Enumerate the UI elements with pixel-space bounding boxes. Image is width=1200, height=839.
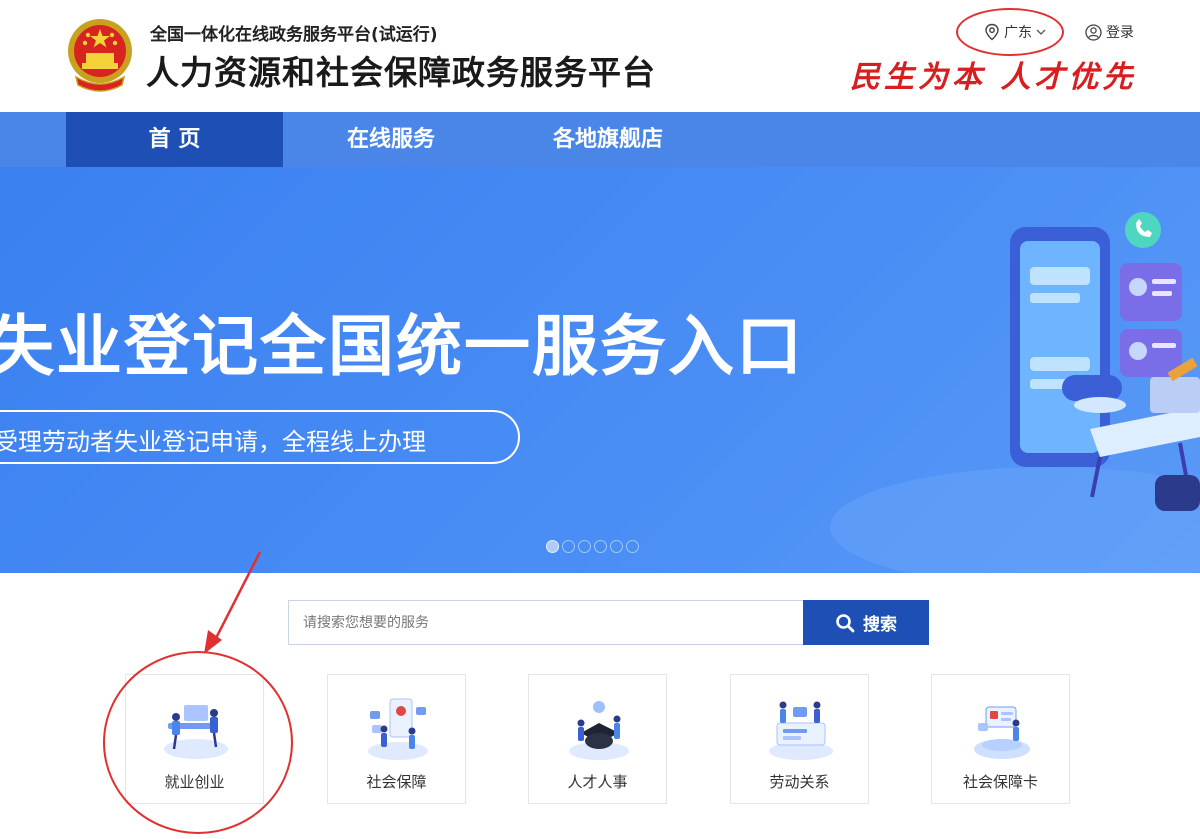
location-pin-icon bbox=[985, 23, 999, 41]
employment-icon bbox=[164, 705, 228, 759]
slogan-calligraphy: 民生为本 人才优先 bbox=[850, 60, 1137, 95]
banner-title: 失业登记全国统一服务入口 bbox=[0, 308, 804, 385]
nav-item-online-services[interactable]: 在线服务 bbox=[300, 112, 482, 167]
service-card-social-security[interactable]: 社会保障 bbox=[327, 674, 466, 804]
search-input[interactable] bbox=[288, 600, 804, 645]
platform-subtitle: 全国一体化在线政务服务平台(试运行) bbox=[150, 25, 438, 45]
carousel-dot[interactable] bbox=[626, 540, 639, 553]
labor-relations-icon bbox=[769, 701, 833, 760]
site-header: 全国一体化在线政务服务平台(试运行) 人力资源和社会保障政务服务平台 广东 登录… bbox=[0, 0, 1200, 112]
service-label: 劳动关系 bbox=[769, 773, 830, 791]
carousel-dot[interactable] bbox=[546, 540, 559, 553]
service-label: 人才人事 bbox=[567, 773, 628, 791]
search-button[interactable]: 搜索 bbox=[803, 600, 929, 645]
nav-item-regional-stores[interactable]: 各地旗舰店 bbox=[520, 112, 696, 167]
search-icon bbox=[836, 613, 855, 632]
banner-subtitle: 受理劳动者失业登记申请，全程线上办理 bbox=[0, 428, 426, 456]
service-card-labor-relations[interactable]: 劳动关系 bbox=[730, 674, 869, 804]
user-icon bbox=[1085, 23, 1102, 41]
login-link[interactable]: 登录 bbox=[1085, 22, 1134, 42]
carousel-dot[interactable] bbox=[578, 540, 591, 553]
region-label: 广东 bbox=[1004, 25, 1032, 41]
login-label: 登录 bbox=[1106, 25, 1134, 41]
social-security-icon bbox=[368, 698, 428, 760]
main-nav: 首 页 在线服务 各地旗舰店 bbox=[0, 112, 1200, 167]
social-security-card-icon bbox=[974, 706, 1030, 759]
nav-item-home[interactable]: 首 页 bbox=[66, 112, 283, 167]
carousel-dot[interactable] bbox=[594, 540, 607, 553]
service-label: 就业创业 bbox=[164, 773, 225, 791]
banner-illustration bbox=[830, 212, 1200, 573]
chevron-down-icon bbox=[1036, 29, 1046, 35]
carousel-dot[interactable] bbox=[610, 540, 623, 553]
page-title: 人力资源和社会保障政务服务平台 bbox=[146, 53, 656, 92]
service-card-employment[interactable]: 就业创业 bbox=[125, 674, 264, 804]
hero-banner[interactable]: 失业登记全国统一服务入口 受理劳动者失业登记申请，全程线上办理 bbox=[0, 167, 1200, 573]
carousel-dots bbox=[546, 540, 639, 553]
carousel-dot[interactable] bbox=[562, 540, 575, 553]
service-card-social-security-card[interactable]: 社会保障卡 bbox=[931, 674, 1070, 804]
service-label: 社会保障 bbox=[366, 773, 427, 791]
service-card-talent[interactable]: 人才人事 bbox=[528, 674, 667, 804]
national-emblem-icon bbox=[68, 19, 132, 92]
search-button-label: 搜索 bbox=[863, 615, 897, 635]
service-label: 社会保障卡 bbox=[962, 773, 1038, 791]
talent-icon bbox=[569, 701, 629, 760]
region-selector[interactable]: 广东 bbox=[984, 22, 1046, 42]
